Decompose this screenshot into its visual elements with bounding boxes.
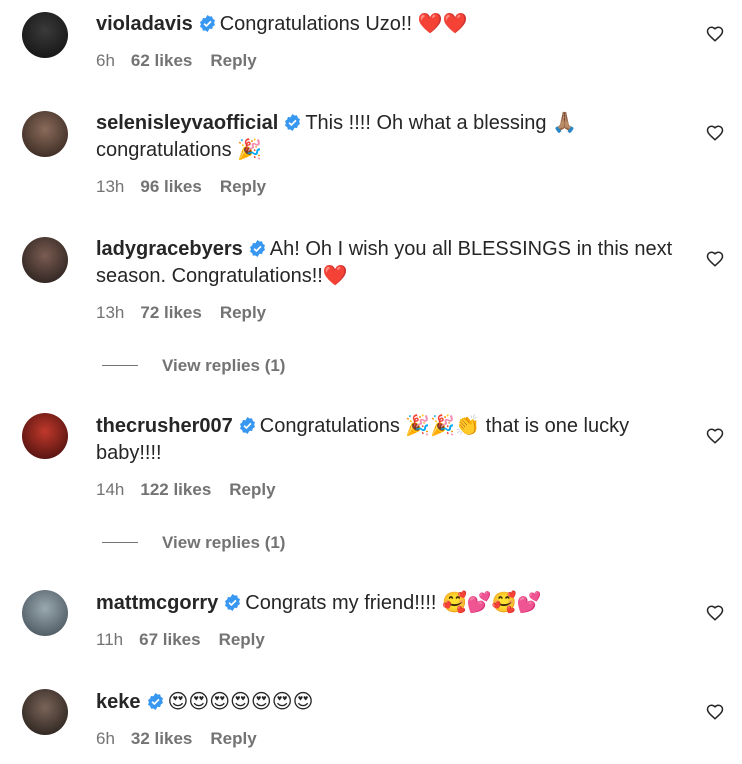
divider-line <box>102 542 138 543</box>
comment-meta: 11h 67 likes Reply <box>96 630 265 650</box>
comment-meta: 6h 62 likes Reply <box>96 51 257 71</box>
comment-text-block: thecrusher007 Congratulations 🎉🎉👏 that is… <box>96 413 686 467</box>
comment-likes[interactable]: 122 likes <box>140 480 211 499</box>
heart-outline-icon[interactable] <box>706 124 724 142</box>
comment-username[interactable]: ladygracebyers <box>96 238 243 260</box>
comment-username[interactable]: keke <box>96 691 141 713</box>
view-replies-button[interactable]: View replies (1) <box>102 533 285 553</box>
reply-button[interactable]: Reply <box>229 480 275 499</box>
comment-meta: 13h 96 likes Reply <box>96 177 266 197</box>
comment-text-block: mattmcgorry Congrats my friend!!!! 🥰💕🥰💕 <box>96 590 686 617</box>
view-replies-label[interactable]: View replies (1) <box>162 533 285 552</box>
comment-time[interactable]: 13h <box>96 177 124 196</box>
comment-text-block: violadavis Congratulations Uzo!! ❤️❤️ <box>96 11 686 38</box>
comment-text-block: selenisleyvaofficial This !!!! Oh what a … <box>96 110 686 164</box>
comment-username[interactable]: selenisleyvaofficial <box>96 112 278 134</box>
avatar[interactable] <box>22 413 68 459</box>
verified-badge-icon <box>225 594 241 611</box>
avatar[interactable] <box>22 590 68 636</box>
avatar[interactable] <box>22 12 68 58</box>
comment-text-block: keke 😍😍😍😍😍😍😍 <box>96 689 686 716</box>
comment-username[interactable]: mattmcgorry <box>96 592 218 614</box>
comment-time[interactable]: 14h <box>96 480 124 499</box>
comment-username[interactable]: thecrusher007 <box>96 415 233 437</box>
comment-likes[interactable]: 62 likes <box>131 51 192 70</box>
verified-badge-icon <box>239 417 255 434</box>
reply-button[interactable]: Reply <box>210 51 256 70</box>
reply-button[interactable]: Reply <box>220 177 266 196</box>
comment-meta: 13h 72 likes Reply <box>96 303 266 323</box>
avatar[interactable] <box>22 689 68 735</box>
comment-likes[interactable]: 72 likes <box>140 303 201 322</box>
reply-button[interactable]: Reply <box>210 729 256 748</box>
comment-time[interactable]: 6h <box>96 51 115 70</box>
divider-line <box>102 365 138 366</box>
verified-badge-icon <box>285 114 301 131</box>
comments-list: violadavis Congratulations Uzo!! ❤️❤️ 6h 6… <box>0 0 742 764</box>
heart-outline-icon[interactable] <box>706 250 724 268</box>
comment-likes[interactable]: 67 likes <box>139 630 200 649</box>
reply-button[interactable]: Reply <box>219 630 265 649</box>
comment-likes[interactable]: 96 likes <box>140 177 201 196</box>
view-replies-button[interactable]: View replies (1) <box>102 356 285 376</box>
view-replies-label[interactable]: View replies (1) <box>162 356 285 375</box>
comment-body: Congratulations Uzo!! ❤️❤️ <box>219 13 468 35</box>
reply-button[interactable]: Reply <box>220 303 266 322</box>
comment-time[interactable]: 11h <box>96 630 123 649</box>
comment-meta: 6h 32 likes Reply <box>96 729 257 749</box>
verified-badge-icon <box>199 15 215 32</box>
heart-outline-icon[interactable] <box>706 25 724 43</box>
comment-time[interactable]: 13h <box>96 303 124 322</box>
verified-badge-icon <box>147 693 163 710</box>
comment-time[interactable]: 6h <box>96 729 115 748</box>
verified-badge-icon <box>249 240 265 257</box>
heart-outline-icon[interactable] <box>706 604 724 622</box>
comment-likes[interactable]: 32 likes <box>131 729 192 748</box>
avatar[interactable] <box>22 111 68 157</box>
comment-text-block: ladygracebyers Ah! Oh I wish you all BLES… <box>96 236 686 290</box>
comment-body: Congrats my friend!!!! 🥰💕🥰💕 <box>245 592 542 614</box>
heart-outline-icon[interactable] <box>706 703 724 721</box>
comment-body: 😍😍😍😍😍😍😍 <box>167 691 314 713</box>
comment-username[interactable]: violadavis <box>96 13 193 35</box>
heart-outline-icon[interactable] <box>706 427 724 445</box>
avatar[interactable] <box>22 237 68 283</box>
comment-meta: 14h 122 likes Reply <box>96 480 276 500</box>
